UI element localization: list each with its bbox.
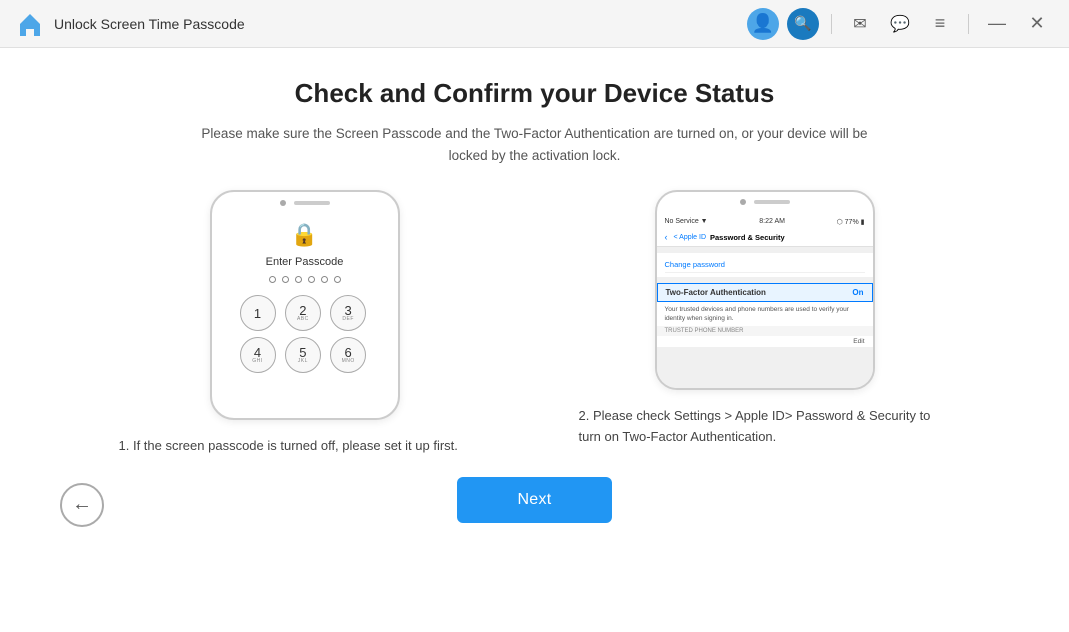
mail-icon: ✉ [853, 14, 866, 34]
dot-4 [308, 276, 315, 283]
close-icon: ✕ [1029, 13, 1044, 34]
status-bar: No Service ▼ 8:22 AM ⬡ 77% ▮ [657, 216, 873, 228]
description-1: 1. If the screen passcode is turned off,… [115, 436, 495, 457]
close-btn[interactable]: ✕ [1021, 8, 1053, 40]
back-arrow-icon: ‹ [665, 232, 668, 242]
phone-screen-1: 🔒 Enter Passcode 1 [220, 204, 390, 410]
status-center: 8:22 AM [759, 218, 785, 226]
key-6: 6 MNO [330, 337, 366, 373]
dot-3 [295, 276, 302, 283]
phone-camera [280, 200, 286, 206]
key-3: 3 DEF [330, 295, 366, 331]
phone-camera-2 [740, 199, 746, 205]
title-bar-left: Unlock Screen Time Passcode [16, 10, 747, 38]
page-subtitle: Please make sure the Screen Passcode and… [195, 123, 875, 166]
dot-1 [269, 276, 276, 283]
enter-passcode-label: Enter Passcode [266, 256, 344, 268]
minimize-btn[interactable]: — [981, 8, 1013, 40]
phone-speaker-1 [280, 200, 330, 206]
phone-speaker-bar-2 [754, 200, 790, 204]
minimize-icon: — [988, 13, 1006, 34]
right-illustration-col: No Service ▼ 8:22 AM ⬡ 77% ▮ ‹ < Apple I… [575, 190, 955, 448]
status-right: ⬡ 77% ▮ [837, 218, 865, 226]
change-password-item: Change password [665, 257, 865, 273]
passcode-dots [269, 276, 341, 283]
chat-btn[interactable]: 💬 [884, 8, 916, 40]
user-icon-btn[interactable]: 👤 [747, 8, 779, 40]
key-4: 4 GHI [240, 337, 276, 373]
separator2 [968, 14, 969, 34]
edit-label: Edit [853, 338, 864, 345]
two-factor-description: Your trusted devices and phone numbers a… [657, 302, 873, 326]
next-button[interactable]: Next [457, 477, 611, 523]
app-title: Unlock Screen Time Passcode [54, 16, 245, 32]
illustrations-row: 🔒 Enter Passcode 1 [105, 190, 965, 457]
key-5: 5 JKL [285, 337, 321, 373]
keypad: 1 2 ABC 3 DEF 4 GHI [240, 295, 370, 373]
separator [831, 14, 832, 34]
chat-icon: 💬 [890, 14, 910, 34]
search-icon-btn[interactable]: 🔍 [787, 8, 819, 40]
dot-2 [282, 276, 289, 283]
dot-5 [321, 276, 328, 283]
home-icon [16, 10, 44, 38]
phone-mockup-2: No Service ▼ 8:22 AM ⬡ 77% ▮ ‹ < Apple I… [655, 190, 875, 390]
two-factor-row: Two-Factor Authentication On [657, 283, 873, 302]
user-icon: 👤 [752, 13, 774, 34]
left-illustration-col: 🔒 Enter Passcode 1 [115, 190, 495, 457]
title-bar-right: 👤 🔍 ✉ 💬 ≡ — ✕ [747, 8, 1053, 40]
two-factor-label: Two-Factor Authentication [666, 288, 766, 297]
status-left: No Service ▼ [665, 218, 708, 226]
back-button[interactable]: ← [60, 483, 104, 527]
title-bar: Unlock Screen Time Passcode 👤 🔍 ✉ 💬 ≡ — … [0, 0, 1069, 48]
menu-icon: ≡ [935, 13, 946, 34]
search-icon: 🔍 [794, 15, 811, 32]
settings-section-1: Change password [657, 253, 873, 277]
bottom-section: Next ← [40, 467, 1029, 533]
menu-btn[interactable]: ≡ [924, 8, 956, 40]
mail-btn[interactable]: ✉ [844, 8, 876, 40]
trusted-phone-label: TRUSTED PHONE NUMBER [657, 326, 873, 336]
nav-back-label: < Apple ID [674, 234, 707, 241]
key-1: 1 [240, 295, 276, 331]
dot-6 [334, 276, 341, 283]
page-title: Check and Confirm your Device Status [295, 78, 775, 109]
lock-icon: 🔒 [291, 222, 318, 248]
two-factor-status: On [852, 288, 863, 297]
phone-speaker-bar [294, 201, 330, 205]
settings-screen: No Service ▼ 8:22 AM ⬡ 77% ▮ ‹ < Apple I… [657, 216, 873, 388]
nav-title: Password & Security [710, 233, 785, 242]
edit-row: Edit [657, 336, 873, 347]
key-2: 2 ABC [285, 295, 321, 331]
description-2: 2. Please check Settings > Apple ID> Pas… [575, 406, 955, 448]
nav-bar: ‹ < Apple ID Password & Security [657, 228, 873, 247]
phone-mockup-1: 🔒 Enter Passcode 1 [210, 190, 400, 420]
phone-speaker-2 [740, 199, 790, 205]
back-arrow-icon: ← [72, 493, 92, 516]
main-content: Check and Confirm your Device Status Ple… [0, 48, 1069, 632]
